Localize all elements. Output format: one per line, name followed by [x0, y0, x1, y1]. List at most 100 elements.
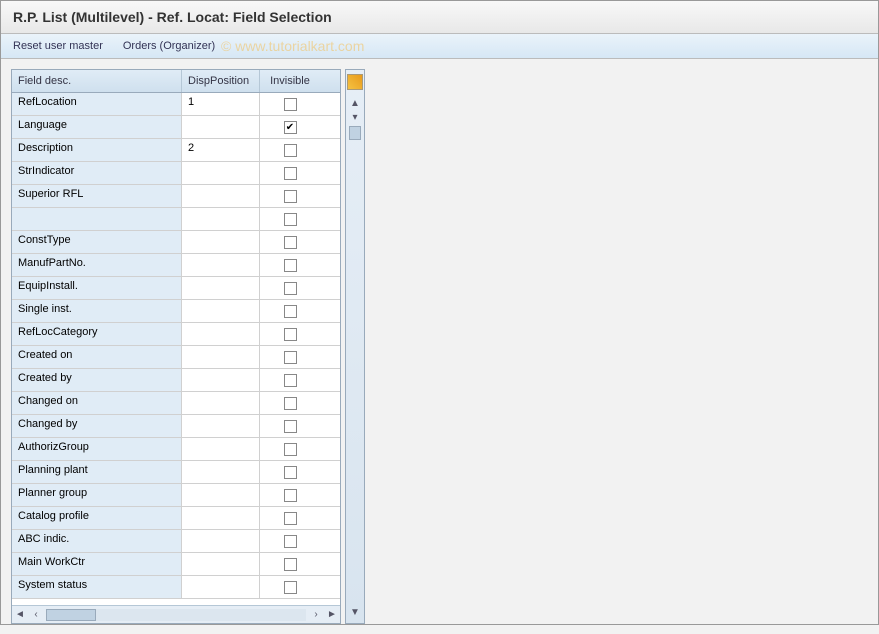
scroll-down-icon[interactable]: ▼	[350, 605, 360, 619]
field-desc-cell[interactable]: ABC indic.	[12, 530, 182, 552]
field-desc-cell[interactable]: EquipInstall.	[12, 277, 182, 299]
field-desc-cell[interactable]: ManufPartNo.	[12, 254, 182, 276]
invisible-checkbox[interactable]	[284, 351, 297, 364]
invisible-cell	[260, 438, 320, 460]
invisible-checkbox[interactable]	[284, 213, 297, 226]
invisible-checkbox[interactable]	[284, 512, 297, 525]
disp-position-input[interactable]	[182, 231, 260, 253]
invisible-cell	[260, 162, 320, 184]
field-desc-cell[interactable]: Planner group	[12, 484, 182, 506]
invisible-cell	[260, 392, 320, 414]
table-row: Created on	[12, 346, 340, 369]
invisible-cell	[260, 323, 320, 345]
disp-position-input[interactable]	[182, 484, 260, 506]
disp-position-input[interactable]: 1	[182, 93, 260, 115]
field-desc-cell[interactable]	[12, 208, 182, 230]
disp-position-input[interactable]: 2	[182, 139, 260, 161]
disp-position-input[interactable]	[182, 116, 260, 138]
field-desc-cell[interactable]: System status	[12, 576, 182, 598]
disp-position-input[interactable]	[182, 438, 260, 460]
field-selection-table: Field desc. DispPosition Invisible RefLo…	[11, 69, 341, 624]
disp-position-input[interactable]	[182, 530, 260, 552]
reset-user-master-button[interactable]: Reset user master	[13, 40, 103, 52]
orders-organizer-button[interactable]: Orders (Organizer)	[123, 40, 215, 52]
scroll-right-icon[interactable]: ►	[324, 607, 340, 623]
scroll-up-icon[interactable]: ▲	[350, 96, 360, 110]
invisible-cell	[260, 208, 320, 230]
invisible-cell	[260, 415, 320, 437]
field-desc-cell[interactable]: Planning plant	[12, 461, 182, 483]
header-field-desc[interactable]: Field desc.	[12, 70, 182, 92]
invisible-checkbox[interactable]	[284, 144, 297, 157]
scroll-left2-icon[interactable]: ‹	[28, 607, 44, 623]
invisible-checkbox[interactable]	[284, 328, 297, 341]
vscroll-thumb[interactable]	[349, 126, 361, 140]
table-row: RefLocation1	[12, 93, 340, 116]
scroll-up2-icon[interactable]: ▾	[352, 110, 357, 124]
hscroll-thumb[interactable]	[46, 609, 96, 621]
invisible-cell	[260, 461, 320, 483]
table-row: ConstType	[12, 231, 340, 254]
field-desc-cell[interactable]: Changed on	[12, 392, 182, 414]
header-invisible[interactable]: Invisible	[260, 70, 320, 92]
invisible-checkbox[interactable]	[284, 282, 297, 295]
disp-position-input[interactable]	[182, 277, 260, 299]
disp-position-input[interactable]	[182, 300, 260, 322]
invisible-checkbox[interactable]	[284, 98, 297, 111]
field-desc-cell[interactable]: Description	[12, 139, 182, 161]
vertical-scrollbar[interactable]: ▲ ▾ ▼	[345, 69, 365, 624]
disp-position-input[interactable]	[182, 369, 260, 391]
invisible-checkbox[interactable]	[284, 443, 297, 456]
invisible-checkbox[interactable]	[284, 167, 297, 180]
field-desc-cell[interactable]: RefLocation	[12, 93, 182, 115]
invisible-checkbox[interactable]	[284, 305, 297, 318]
invisible-checkbox[interactable]	[284, 397, 297, 410]
disp-position-input[interactable]	[182, 576, 260, 598]
disp-position-input[interactable]	[182, 461, 260, 483]
scroll-left-icon[interactable]: ◄	[12, 607, 28, 623]
field-desc-cell[interactable]: Changed by	[12, 415, 182, 437]
invisible-checkbox[interactable]	[284, 489, 297, 502]
table-body: RefLocation1Language ✔ Description2StrIndi…	[12, 93, 340, 605]
field-desc-cell[interactable]: ConstType	[12, 231, 182, 253]
invisible-cell	[260, 254, 320, 276]
configure-columns-icon[interactable]	[347, 74, 363, 90]
field-desc-cell[interactable]: Main WorkCtr	[12, 553, 182, 575]
disp-position-input[interactable]	[182, 162, 260, 184]
disp-position-input[interactable]	[182, 254, 260, 276]
invisible-checkbox[interactable]	[284, 259, 297, 272]
invisible-checkbox[interactable]	[284, 190, 297, 203]
scroll-right2-icon[interactable]: ›	[308, 607, 324, 623]
disp-position-input[interactable]	[182, 185, 260, 207]
header-disp-position[interactable]: DispPosition	[182, 70, 260, 92]
invisible-checkbox[interactable]	[284, 581, 297, 594]
field-desc-cell[interactable]: Created on	[12, 346, 182, 368]
disp-position-input[interactable]	[182, 507, 260, 529]
horizontal-scrollbar[interactable]: ◄ ‹ › ►	[12, 605, 340, 623]
field-desc-cell[interactable]: Created by	[12, 369, 182, 391]
invisible-checkbox[interactable]	[284, 374, 297, 387]
invisible-checkbox[interactable]: ✔	[284, 121, 297, 134]
field-desc-cell[interactable]: Catalog profile	[12, 507, 182, 529]
table-header: Field desc. DispPosition Invisible	[12, 70, 340, 93]
field-desc-cell[interactable]: RefLocCategory	[12, 323, 182, 345]
hscroll-track[interactable]	[46, 609, 306, 621]
disp-position-input[interactable]	[182, 208, 260, 230]
field-desc-cell[interactable]: AuthorizGroup	[12, 438, 182, 460]
disp-position-input[interactable]	[182, 346, 260, 368]
table-row: System status	[12, 576, 340, 599]
field-desc-cell[interactable]: Superior RFL	[12, 185, 182, 207]
disp-position-input[interactable]	[182, 415, 260, 437]
table-row	[12, 208, 340, 231]
disp-position-input[interactable]	[182, 553, 260, 575]
field-desc-cell[interactable]: StrIndicator	[12, 162, 182, 184]
field-desc-cell[interactable]: Language	[12, 116, 182, 138]
invisible-checkbox[interactable]	[284, 558, 297, 571]
disp-position-input[interactable]	[182, 323, 260, 345]
field-desc-cell[interactable]: Single inst.	[12, 300, 182, 322]
invisible-checkbox[interactable]	[284, 420, 297, 433]
invisible-checkbox[interactable]	[284, 466, 297, 479]
invisible-checkbox[interactable]	[284, 236, 297, 249]
invisible-checkbox[interactable]	[284, 535, 297, 548]
disp-position-input[interactable]	[182, 392, 260, 414]
